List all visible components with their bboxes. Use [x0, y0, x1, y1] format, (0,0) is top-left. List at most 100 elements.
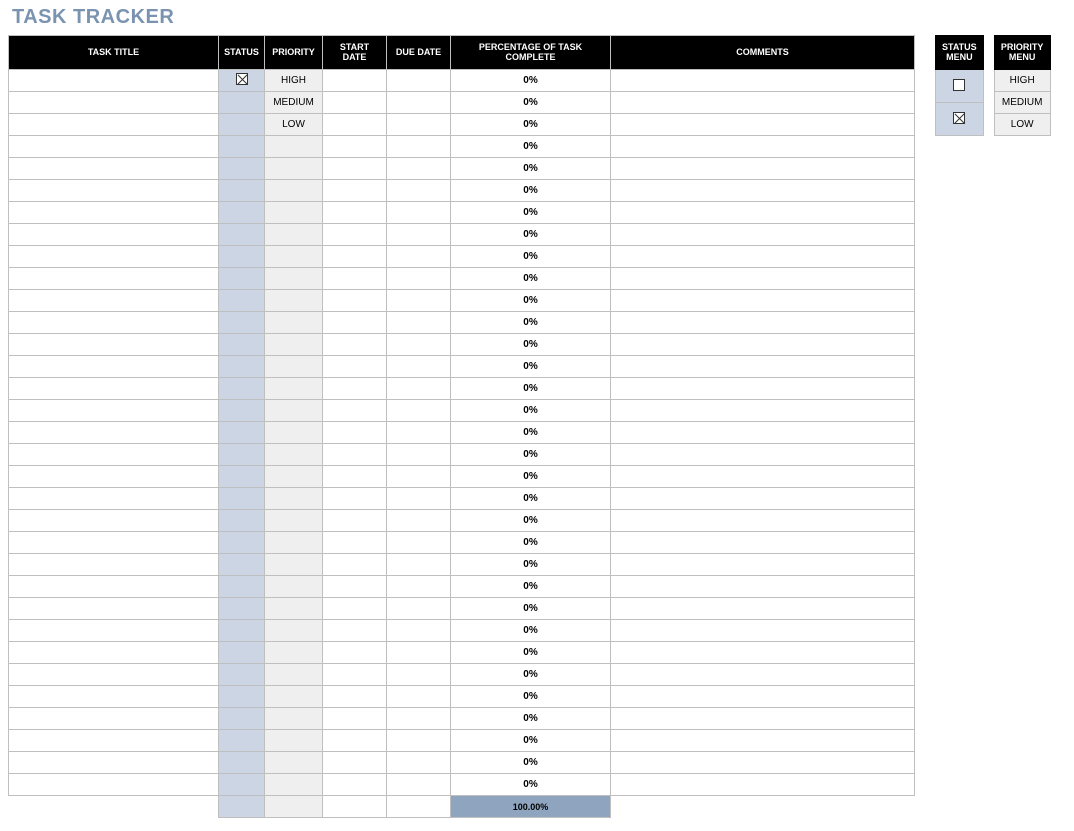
pct-complete-cell[interactable]: 0% — [451, 620, 611, 642]
pct-complete-cell[interactable]: 0% — [451, 774, 611, 796]
due-date-cell[interactable] — [387, 356, 451, 378]
priority-cell[interactable]: MEDIUM — [265, 92, 323, 114]
pct-complete-cell[interactable]: 0% — [451, 598, 611, 620]
priority-cell[interactable] — [265, 356, 323, 378]
status-cell[interactable] — [219, 312, 265, 334]
start-date-cell[interactable] — [323, 708, 387, 730]
priority-cell[interactable] — [265, 224, 323, 246]
start-date-cell[interactable] — [323, 620, 387, 642]
start-date-cell[interactable] — [323, 752, 387, 774]
status-cell[interactable] — [219, 246, 265, 268]
comments-cell[interactable] — [611, 180, 915, 202]
pct-complete-cell[interactable]: 0% — [451, 356, 611, 378]
pct-complete-cell[interactable]: 0% — [451, 642, 611, 664]
due-date-cell[interactable] — [387, 180, 451, 202]
comments-cell[interactable] — [611, 620, 915, 642]
start-date-cell[interactable] — [323, 510, 387, 532]
start-date-cell[interactable] — [323, 576, 387, 598]
start-date-cell[interactable] — [323, 290, 387, 312]
status-cell[interactable] — [219, 268, 265, 290]
status-cell[interactable] — [219, 92, 265, 114]
status-cell[interactable] — [219, 510, 265, 532]
pct-complete-cell[interactable]: 0% — [451, 378, 611, 400]
pct-complete-cell[interactable]: 0% — [451, 268, 611, 290]
due-date-cell[interactable] — [387, 532, 451, 554]
pct-complete-cell[interactable]: 0% — [451, 114, 611, 136]
task-title-cell[interactable] — [9, 290, 219, 312]
checkbox-unchecked-icon[interactable] — [953, 79, 965, 91]
comments-cell[interactable] — [611, 334, 915, 356]
pct-complete-cell[interactable]: 0% — [451, 532, 611, 554]
task-title-cell[interactable] — [9, 488, 219, 510]
status-cell[interactable] — [219, 136, 265, 158]
status-cell[interactable] — [219, 488, 265, 510]
priority-cell[interactable] — [265, 400, 323, 422]
pct-complete-cell[interactable]: 0% — [451, 136, 611, 158]
status-cell[interactable] — [219, 334, 265, 356]
task-title-cell[interactable] — [9, 532, 219, 554]
comments-cell[interactable] — [611, 290, 915, 312]
task-title-cell[interactable] — [9, 70, 219, 92]
start-date-cell[interactable] — [323, 598, 387, 620]
status-cell[interactable] — [219, 752, 265, 774]
pct-complete-cell[interactable]: 0% — [451, 400, 611, 422]
start-date-cell[interactable] — [323, 334, 387, 356]
priority-menu-item[interactable]: LOW — [994, 114, 1050, 136]
comments-cell[interactable] — [611, 422, 915, 444]
due-date-cell[interactable] — [387, 70, 451, 92]
comments-cell[interactable] — [611, 158, 915, 180]
status-cell[interactable] — [219, 400, 265, 422]
status-cell[interactable] — [219, 598, 265, 620]
comments-cell[interactable] — [611, 92, 915, 114]
due-date-cell[interactable] — [387, 620, 451, 642]
comments-cell[interactable] — [611, 774, 915, 796]
pct-complete-cell[interactable]: 0% — [451, 510, 611, 532]
due-date-cell[interactable] — [387, 158, 451, 180]
due-date-cell[interactable] — [387, 312, 451, 334]
priority-cell[interactable] — [265, 686, 323, 708]
comments-cell[interactable] — [611, 686, 915, 708]
task-title-cell[interactable] — [9, 356, 219, 378]
priority-cell[interactable] — [265, 158, 323, 180]
priority-cell[interactable] — [265, 466, 323, 488]
priority-cell[interactable] — [265, 378, 323, 400]
status-cell[interactable] — [219, 620, 265, 642]
start-date-cell[interactable] — [323, 114, 387, 136]
status-cell[interactable] — [219, 576, 265, 598]
task-title-cell[interactable] — [9, 620, 219, 642]
start-date-cell[interactable] — [323, 730, 387, 752]
priority-cell[interactable]: HIGH — [265, 70, 323, 92]
pct-complete-cell[interactable]: 0% — [451, 334, 611, 356]
due-date-cell[interactable] — [387, 114, 451, 136]
due-date-cell[interactable] — [387, 752, 451, 774]
pct-complete-cell[interactable]: 0% — [451, 686, 611, 708]
comments-cell[interactable] — [611, 598, 915, 620]
task-title-cell[interactable] — [9, 444, 219, 466]
due-date-cell[interactable] — [387, 400, 451, 422]
task-title-cell[interactable] — [9, 730, 219, 752]
comments-cell[interactable] — [611, 70, 915, 92]
comments-cell[interactable] — [611, 268, 915, 290]
due-date-cell[interactable] — [387, 686, 451, 708]
start-date-cell[interactable] — [323, 664, 387, 686]
due-date-cell[interactable] — [387, 510, 451, 532]
due-date-cell[interactable] — [387, 422, 451, 444]
priority-cell[interactable] — [265, 180, 323, 202]
pct-complete-cell[interactable]: 0% — [451, 246, 611, 268]
task-title-cell[interactable] — [9, 334, 219, 356]
priority-cell[interactable] — [265, 136, 323, 158]
comments-cell[interactable] — [611, 246, 915, 268]
status-cell[interactable] — [219, 114, 265, 136]
task-title-cell[interactable] — [9, 664, 219, 686]
pct-complete-cell[interactable]: 0% — [451, 224, 611, 246]
start-date-cell[interactable] — [323, 92, 387, 114]
pct-complete-cell[interactable]: 0% — [451, 708, 611, 730]
status-menu-item[interactable] — [936, 70, 984, 103]
task-title-cell[interactable] — [9, 642, 219, 664]
priority-cell[interactable] — [265, 576, 323, 598]
status-cell[interactable] — [219, 180, 265, 202]
priority-cell[interactable] — [265, 598, 323, 620]
status-cell[interactable] — [219, 224, 265, 246]
pct-complete-cell[interactable]: 0% — [451, 554, 611, 576]
due-date-cell[interactable] — [387, 290, 451, 312]
